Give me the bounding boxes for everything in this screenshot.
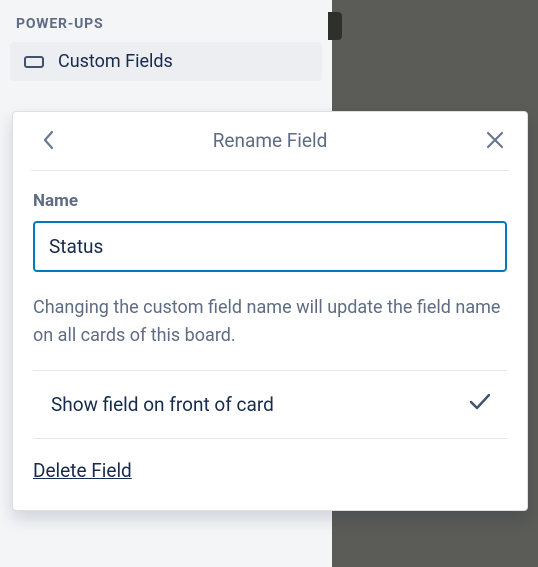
tag-icon — [24, 56, 44, 68]
sidebar-item-custom-fields[interactable]: Custom Fields — [10, 42, 322, 81]
sidebar-item-label: Custom Fields — [58, 51, 173, 72]
close-icon — [486, 131, 504, 149]
back-button[interactable] — [35, 126, 63, 154]
close-button[interactable] — [481, 126, 509, 154]
show-on-front-toggle[interactable]: Show field on front of card — [33, 370, 507, 439]
delete-row: Delete Field — [33, 439, 507, 504]
name-field-label: Name — [33, 191, 507, 211]
helper-text: Changing the custom field name will upda… — [33, 294, 507, 350]
popover-header: Rename Field — [13, 112, 527, 170]
check-icon — [469, 393, 491, 415]
show-on-front-label: Show field on front of card — [51, 393, 274, 416]
delete-field-link[interactable]: Delete Field — [33, 459, 132, 482]
name-input[interactable] — [33, 221, 507, 272]
rename-field-popover: Rename Field Name Changing the custom fi… — [12, 111, 528, 511]
section-header-powerups: POWER-UPS — [10, 12, 322, 42]
chevron-left-icon — [43, 130, 55, 150]
popover-body: Name Changing the custom field name will… — [13, 171, 527, 510]
background-card-edge — [328, 12, 342, 40]
popover-title: Rename Field — [13, 129, 527, 152]
